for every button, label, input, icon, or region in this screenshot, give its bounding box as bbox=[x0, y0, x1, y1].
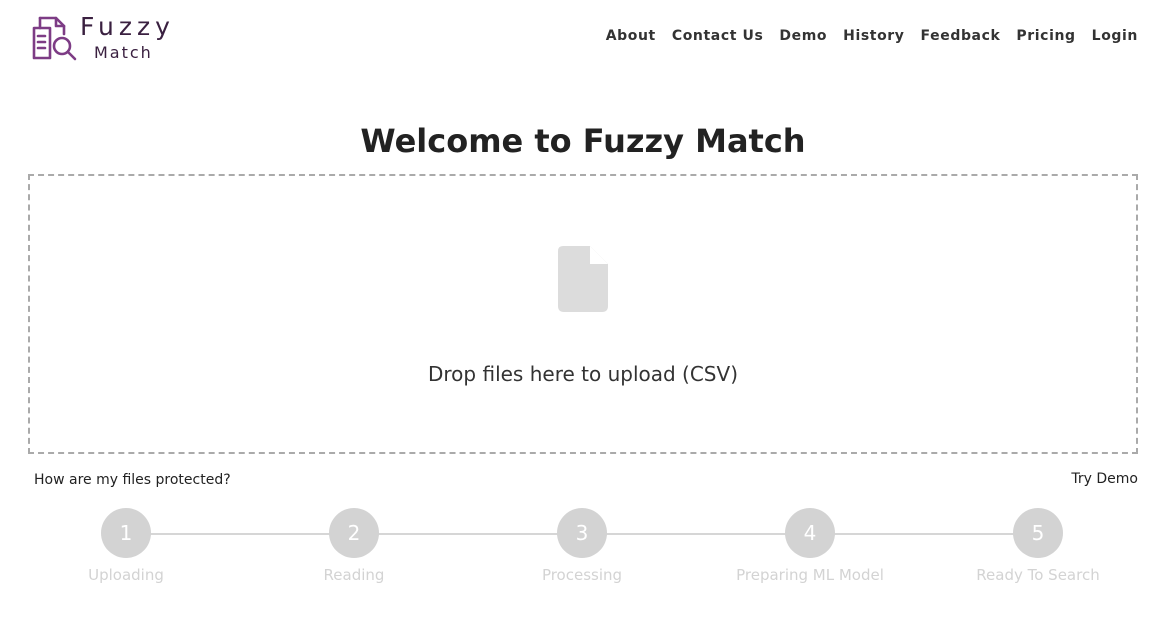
nav-contact-us[interactable]: Contact Us bbox=[672, 28, 764, 44]
dropzone-text: Drop files here to upload (CSV) bbox=[428, 362, 738, 386]
logo-text-fuzzy: Fuzzy bbox=[80, 12, 175, 41]
page-title: Welcome to Fuzzy Match bbox=[360, 122, 806, 160]
file-protection-link[interactable]: How are my files protected? bbox=[34, 472, 231, 488]
file-icon bbox=[558, 246, 608, 312]
step-label: Uploading bbox=[88, 566, 164, 584]
step-label: Ready To Search bbox=[976, 566, 1100, 584]
document-search-icon bbox=[32, 16, 77, 61]
step-label: Preparing ML Model bbox=[736, 566, 884, 584]
step-number: 5 bbox=[1013, 508, 1063, 558]
step-preparing-ml-model: 4 Preparing ML Model bbox=[710, 508, 910, 584]
nav-demo[interactable]: Demo bbox=[779, 28, 827, 44]
nav-history[interactable]: History bbox=[843, 28, 904, 44]
file-dropzone[interactable]: Drop files here to upload (CSV) bbox=[28, 174, 1138, 454]
step-label: Reading bbox=[323, 566, 385, 584]
step-reading: 2 Reading bbox=[254, 508, 454, 584]
step-number: 1 bbox=[101, 508, 151, 558]
nav-about[interactable]: About bbox=[606, 28, 656, 44]
step-number: 2 bbox=[329, 508, 379, 558]
nav-login[interactable]: Login bbox=[1092, 28, 1138, 44]
progress-steps: 1 Uploading 2 Reading 3 Processing 4 Pre… bbox=[0, 508, 1166, 598]
header: Fuzzy Match About Contact Us Demo Histor… bbox=[0, 0, 1166, 80]
top-nav: About Contact Us Demo History Feedback P… bbox=[606, 28, 1138, 44]
step-number: 4 bbox=[785, 508, 835, 558]
step-ready-to-search: 5 Ready To Search bbox=[938, 508, 1138, 584]
step-processing: 3 Processing bbox=[482, 508, 682, 584]
nav-feedback[interactable]: Feedback bbox=[921, 28, 1001, 44]
logo-text-match: Match bbox=[94, 43, 153, 62]
step-label: Processing bbox=[541, 566, 623, 584]
nav-pricing[interactable]: Pricing bbox=[1016, 28, 1075, 44]
logo[interactable]: Fuzzy Match bbox=[30, 12, 190, 64]
step-number: 3 bbox=[557, 508, 607, 558]
try-demo-link[interactable]: Try Demo bbox=[1071, 471, 1138, 487]
step-uploading: 1 Uploading bbox=[26, 508, 226, 584]
